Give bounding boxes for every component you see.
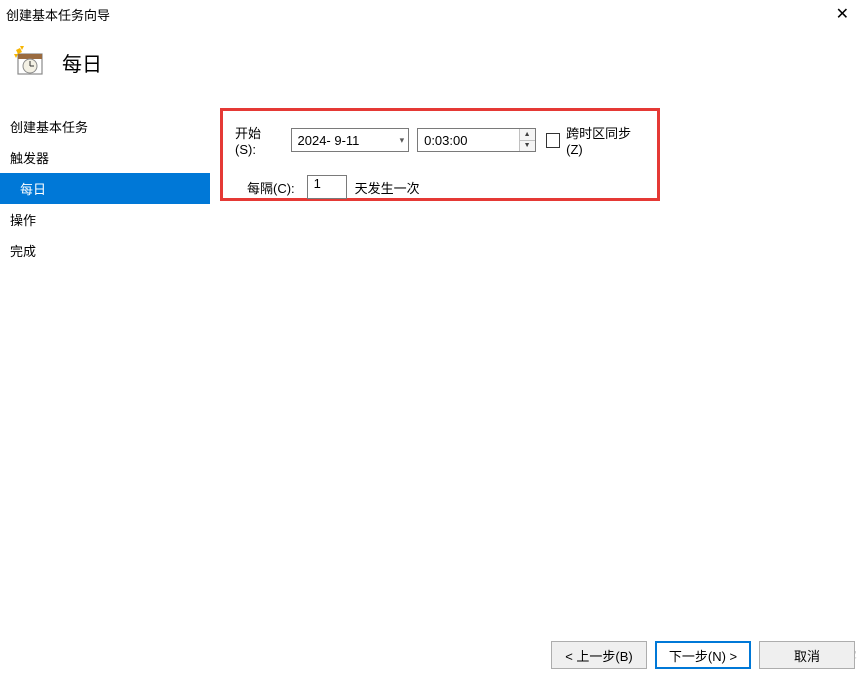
content-pane: 开始(S): 2024- 9-11 ▾ 0:03:00 ▲ ▼ 跨时区同步(Z) bbox=[210, 103, 867, 624]
window-title: 创建基本任务向导 bbox=[6, 5, 110, 24]
next-button[interactable]: 下一步(N) > bbox=[655, 641, 751, 669]
interval-row: 每隔(C): 1 天发生一次 bbox=[235, 175, 645, 199]
time-picker[interactable]: 0:03:00 ▲ ▼ bbox=[417, 128, 535, 152]
date-picker[interactable]: 2024- 9-11 ▾ bbox=[291, 128, 410, 152]
title-bar: 创建基本任务向导 ✕ bbox=[0, 0, 867, 28]
spinner-down-icon[interactable]: ▼ bbox=[520, 141, 535, 152]
date-value: 2024- 9-11 bbox=[298, 133, 360, 148]
wizard-header: 每日 bbox=[0, 28, 867, 103]
interval-input[interactable]: 1 bbox=[307, 175, 347, 199]
close-icon[interactable]: ✕ bbox=[828, 4, 857, 24]
sidebar-item-finish[interactable]: 完成 bbox=[0, 235, 210, 266]
start-row: 开始(S): 2024- 9-11 ▾ 0:03:00 ▲ ▼ 跨时区同步(Z) bbox=[235, 123, 645, 157]
sync-timezone-label: 跨时区同步(Z) bbox=[566, 123, 645, 157]
sidebar-item-trigger[interactable]: 触发器 bbox=[0, 142, 210, 173]
back-button[interactable]: < 上一步(B) bbox=[551, 641, 647, 669]
wizard-sidebar: 创建基本任务 触发器 每日 操作 完成 bbox=[0, 103, 210, 624]
calendar-clock-icon bbox=[14, 46, 46, 78]
spinner-up-icon[interactable]: ▲ bbox=[520, 129, 535, 141]
page-title: 每日 bbox=[62, 48, 102, 77]
sidebar-item-create-basic-task[interactable]: 创建基本任务 bbox=[0, 111, 210, 142]
start-label: 开始(S): bbox=[235, 123, 281, 157]
interval-label: 每隔(C): bbox=[247, 178, 295, 197]
wizard-footer: < 上一步(B) 下一步(N) > 取消 bbox=[551, 641, 855, 669]
cancel-button[interactable]: 取消 bbox=[759, 641, 855, 669]
sidebar-item-daily[interactable]: 每日 bbox=[0, 173, 210, 204]
main-area: 创建基本任务 触发器 每日 操作 完成 开始(S): 2024- 9-11 ▾ … bbox=[0, 103, 867, 624]
time-value: 0:03:00 bbox=[424, 133, 467, 148]
chevron-down-icon[interactable]: ▾ bbox=[400, 135, 405, 146]
sync-timezone-checkbox[interactable] bbox=[546, 133, 561, 148]
time-spinner: ▲ ▼ bbox=[519, 129, 535, 151]
interval-suffix: 天发生一次 bbox=[355, 178, 420, 197]
highlight-box: 开始(S): 2024- 9-11 ▾ 0:03:00 ▲ ▼ 跨时区同步(Z) bbox=[220, 108, 660, 201]
sync-timezone-checkbox-wrap[interactable]: 跨时区同步(Z) bbox=[546, 123, 645, 157]
sidebar-item-action[interactable]: 操作 bbox=[0, 204, 210, 235]
